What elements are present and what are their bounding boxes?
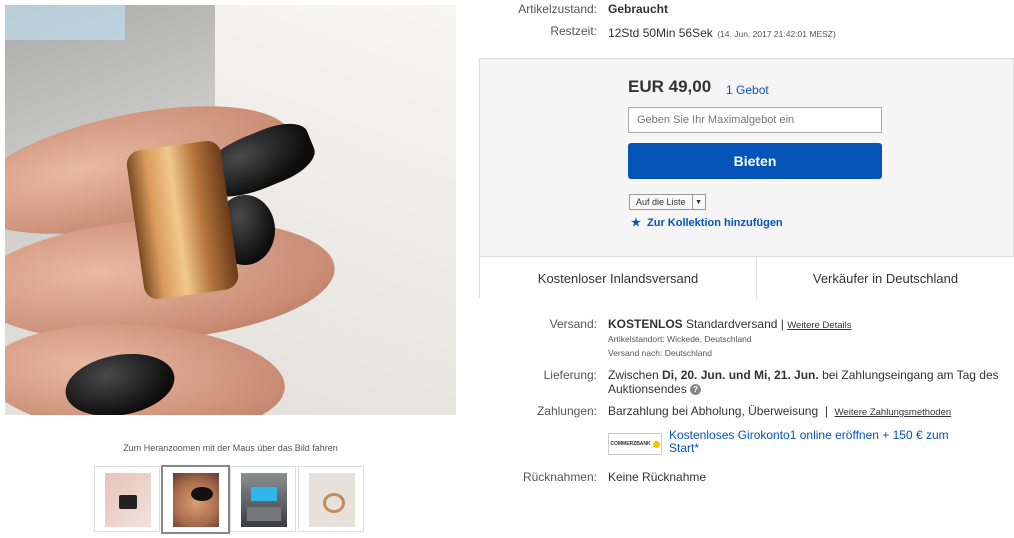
bid-count-link[interactable]: 1 Gebot	[726, 83, 769, 97]
condition-value: Gebraucht	[608, 2, 669, 16]
payment-value: Barzahlung bei Abholung, Überweisung | W…	[608, 404, 951, 418]
highlights-row: Kostenloser Inlandsversand Verkäufer in …	[480, 256, 1014, 299]
payment-separator: |	[824, 404, 828, 418]
delivery-dates: Di, 20. Jun. und Mi, 21. Jun.	[662, 368, 819, 382]
delivery-label: Lieferung:	[543, 368, 597, 382]
delivery-prefix: Zwischen	[608, 368, 659, 382]
time-left-label: Restzeit:	[550, 24, 597, 38]
current-price: EUR 49,00	[628, 77, 712, 96]
seller-location-highlight: Verkäufer in Deutschland	[812, 270, 959, 286]
commerzbank-logo-icon	[652, 440, 660, 448]
ships-to: Versand nach: Deutschland	[608, 348, 712, 358]
thumbnail-2-image	[173, 473, 219, 527]
star-icon: ★	[631, 217, 641, 229]
time-left-end: (14. Jun. 2017 21:42:01 MESZ)	[717, 29, 836, 39]
help-icon[interactable]: ?	[690, 384, 702, 396]
max-bid-input[interactable]	[628, 107, 882, 133]
commerzbank-logo-text: COMMERZBANK	[610, 441, 651, 447]
time-left-value: 12Std 50Min 56Sek	[608, 26, 713, 40]
chevron-down-icon[interactable]: ▼	[691, 195, 705, 209]
returns-value: Keine Rücknahme	[608, 470, 707, 484]
commerzbank-logo[interactable]: COMMERZBANK	[608, 433, 662, 455]
delivery-value: Zwischen Di, 20. Jun. und Mi, 21. Jun. b…	[608, 368, 1008, 396]
free-shipping-highlight: Kostenloser Inlandsversand	[537, 270, 699, 286]
giro-promo-line2: Start*	[669, 441, 700, 455]
watch-list-label: Auf die Liste	[636, 197, 686, 207]
payment-label: Zahlungen:	[536, 404, 597, 418]
time-left: 12Std 50Min 56Sek (14. Jun. 2017 21:42:0…	[608, 24, 836, 42]
thumbnail-3-image	[241, 473, 287, 527]
thumbnail-2[interactable]	[161, 465, 230, 534]
item-location: Artikelstandort: Wickede, Deutschland	[608, 334, 752, 344]
more-payment-methods-link[interactable]: Weitere Zahlungsmethoden	[835, 407, 952, 418]
thumbnail-3[interactable]	[230, 466, 296, 532]
condition-label: Artikelzustand:	[518, 2, 597, 16]
thumbnail-4-image	[309, 473, 355, 527]
shipping-separator: |	[780, 317, 784, 331]
delivery-line2: Auktionsendes	[608, 382, 687, 396]
photo-background-blue	[5, 5, 125, 40]
delivery-suffix: bei Zahlungseingang am Tag des	[822, 368, 999, 382]
add-to-collection-link[interactable]: ★ Zur Kollektion hinzufügen	[631, 216, 783, 229]
payment-methods: Barzahlung bei Abholung, Überweisung	[608, 404, 819, 418]
add-to-collection-label: Zur Kollektion hinzufügen	[647, 217, 783, 229]
shipping-method: Standardversand	[686, 317, 778, 331]
shipping-label: Versand:	[549, 317, 597, 331]
shipping-cost: KOSTENLOS	[608, 317, 683, 331]
thumbnail-1-image	[105, 473, 151, 527]
watch-list-dropdown[interactable]: Auf die Liste ▼	[629, 194, 706, 210]
place-bid-button[interactable]: Bieten	[628, 143, 882, 179]
returns-label: Rücknahmen:	[522, 470, 597, 484]
giro-promo-line1: Kostenloses Girokonto1 online eröffnen +…	[669, 428, 949, 442]
giro-promo-link[interactable]: Kostenloses Girokonto1 online eröffnen +…	[669, 429, 969, 455]
thumbnail-4[interactable]	[298, 466, 364, 532]
main-item-photo[interactable]	[5, 5, 456, 415]
thumbnail-1[interactable]	[94, 466, 160, 532]
shipping-value: KOSTENLOS Standardversand | Weitere Deta…	[608, 317, 851, 331]
shipping-details-link[interactable]: Weitere Details	[787, 320, 851, 331]
zoom-hint: Zum Heranzoomen mit der Maus über das Bi…	[123, 443, 338, 453]
